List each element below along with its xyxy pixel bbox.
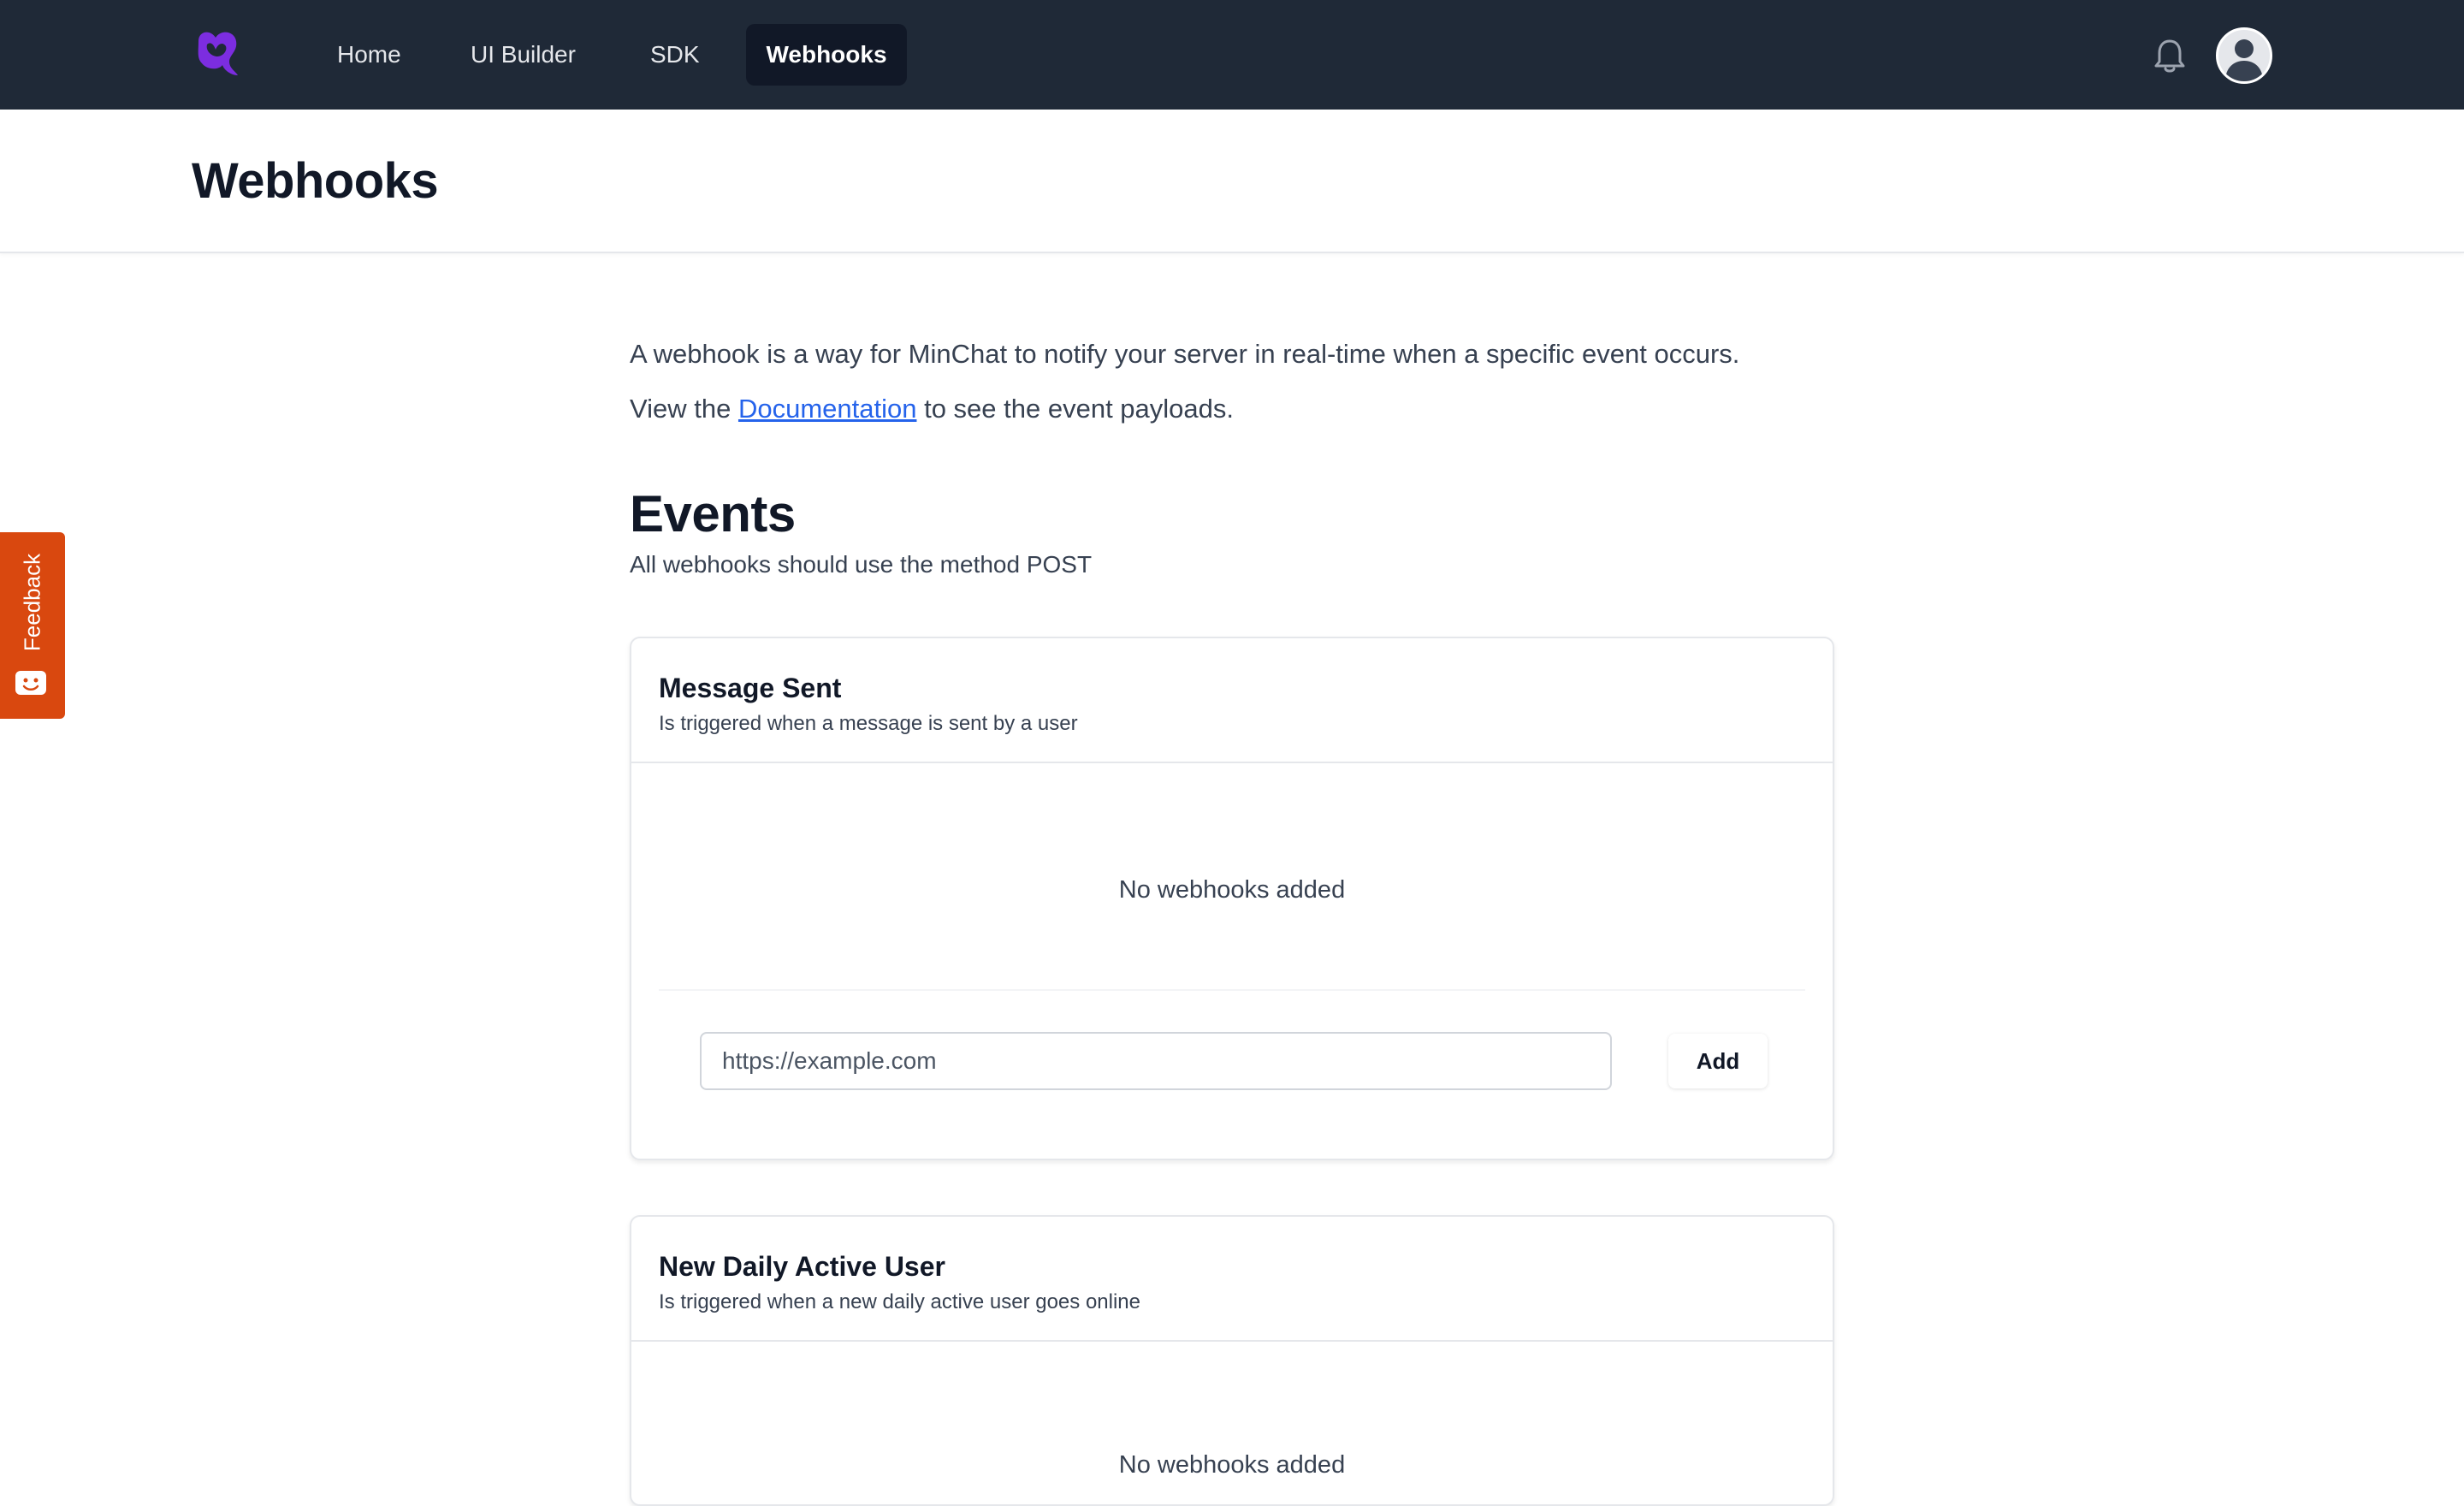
nav-home[interactable]: Home (315, 24, 424, 86)
card-divider (659, 989, 1805, 991)
nav-sdk[interactable]: SDK (628, 24, 722, 86)
add-webhook-button[interactable]: Add (1668, 1034, 1768, 1088)
minchat-logo-icon[interactable] (190, 26, 246, 82)
empty-webhooks-text: No webhooks added (1118, 876, 1346, 904)
card-header: Message Sent Is triggered when a message… (631, 638, 1833, 763)
docs-suffix: to see the event payloads. (916, 394, 1235, 424)
bell-icon[interactable] (2149, 36, 2190, 77)
user-avatar-icon (2218, 30, 2270, 81)
intro-text: A webhook is a way for MinChat to notify… (630, 339, 1740, 369)
page-header: Webhooks (0, 110, 2464, 253)
documentation-link[interactable]: Documentation (738, 394, 917, 424)
intro-docs-line: View the Documentation to see the event … (630, 394, 1234, 424)
top-navbar: Home UI Builder SDK Webhooks (0, 0, 2464, 110)
event-card-new-daily-active-user: New Daily Active User Is triggered when … (630, 1215, 1834, 1506)
docs-prefix: View the (630, 394, 738, 424)
empty-webhooks-text: No webhooks added (1118, 1451, 1346, 1479)
user-avatar[interactable] (2216, 27, 2272, 84)
card-title: New Daily Active User (659, 1251, 945, 1282)
card-description: Is triggered when a message is sent by a… (659, 712, 1078, 735)
events-heading: Events (630, 485, 796, 543)
card-header: New Daily Active User Is triggered when … (631, 1217, 1833, 1342)
nav-webhooks[interactable]: Webhooks (746, 24, 907, 86)
feedback-label: Feedback (19, 553, 45, 652)
card-description: Is triggered when a new daily active use… (659, 1290, 1140, 1313)
events-subtitle: All webhooks should use the method POST (630, 551, 1093, 578)
card-title: Message Sent (659, 673, 842, 703)
feedback-tab[interactable]: Feedback (0, 532, 65, 719)
event-card-message-sent: Message Sent Is triggered when a message… (630, 637, 1834, 1160)
feedback-chat-icon (15, 671, 46, 695)
nav-ui-builder[interactable]: UI Builder (448, 24, 598, 86)
webhook-url-input[interactable] (700, 1032, 1612, 1090)
page-title: Webhooks (192, 153, 439, 209)
